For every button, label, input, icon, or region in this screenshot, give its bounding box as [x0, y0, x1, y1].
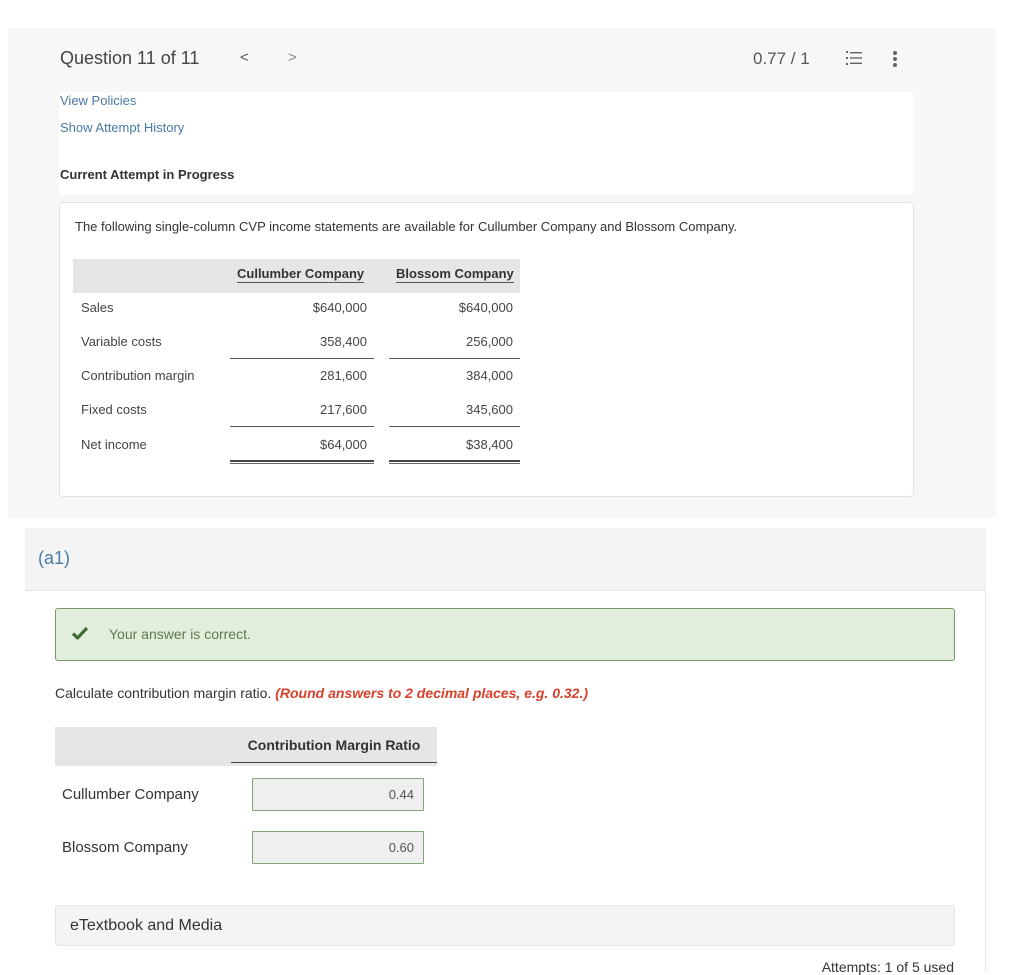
table-cell: 358,400: [320, 334, 367, 349]
feedback-text: Your answer is correct.: [109, 626, 251, 642]
part-a1-panel: (a1) Your answer is correct. Calculate c…: [25, 528, 986, 975]
table-cell: 256,000: [466, 334, 513, 349]
question-card: The following single-column CVP income s…: [59, 202, 914, 497]
table-cell: 345,600: [466, 402, 513, 417]
view-policies-link[interactable]: View Policies: [60, 93, 136, 108]
column-header-cullumber: Cullumber Company: [237, 266, 365, 283]
show-attempt-history-link[interactable]: Show Attempt History: [60, 120, 184, 135]
cm-ratio-input-cullumber[interactable]: [252, 778, 424, 811]
row-label-fixed-costs: Fixed costs: [81, 402, 147, 417]
row-label-net-income: Net income: [81, 437, 147, 452]
total-double-rule: [230, 460, 374, 464]
row-label-sales: Sales: [81, 300, 114, 315]
total-double-rule: [389, 460, 520, 464]
etextbook-label: eTextbook and Media: [70, 917, 223, 934]
subtotal-rule: [389, 358, 520, 359]
etextbook-media-button[interactable]: eTextbook and Media: [55, 905, 955, 946]
question-counter: Question 11 of 11: [60, 48, 200, 68]
table-cell: $64,000: [320, 437, 367, 452]
rounding-hint: (Round answers to 2 decimal places, e.g.…: [275, 685, 589, 701]
part-label: (a1): [38, 548, 71, 568]
column-header-cm-ratio: Contribution Margin Ratio: [231, 737, 437, 763]
checkmark-icon: [72, 626, 88, 640]
part-header: (a1): [25, 528, 986, 591]
row-label-blossom: Blossom Company: [62, 839, 188, 856]
question-header: Question 11 of 11 < > 0.77 / 1: [8, 28, 996, 92]
more-vertical-icon[interactable]: [892, 50, 898, 68]
table-cell: 384,000: [466, 368, 513, 383]
score-display: 0.77 / 1: [753, 49, 810, 68]
subtotal-rule: [389, 426, 520, 427]
numbered-list-icon[interactable]: [846, 51, 862, 65]
row-label-cullumber: Cullumber Company: [62, 786, 199, 803]
instruction: Calculate contribution margin ratio. (Ro…: [55, 685, 588, 701]
cm-ratio-input-blossom[interactable]: [252, 831, 424, 864]
column-header-blossom: Blossom Company: [396, 266, 514, 283]
subtotal-rule: [230, 358, 374, 359]
table-cell: $640,000: [458, 300, 513, 315]
table-cell: $640,000: [312, 300, 367, 315]
instruction-text: Calculate contribution margin ratio.: [55, 685, 272, 701]
chevron-left-icon[interactable]: <: [240, 49, 249, 66]
table-cell: 281,600: [320, 368, 367, 383]
subtotal-rule: [230, 426, 374, 427]
row-label-variable-costs: Variable costs: [81, 334, 162, 349]
table-cell: 217,600: [320, 402, 367, 417]
chevron-right-icon[interactable]: >: [288, 49, 297, 66]
table-cell: $38,400: [466, 437, 513, 452]
attempt-heading: Current Attempt in Progress: [60, 167, 235, 182]
row-label-contribution-margin: Contribution margin: [81, 368, 195, 383]
question-text: The following single-column CVP income s…: [75, 219, 738, 234]
feedback-correct: Your answer is correct.: [55, 608, 955, 661]
